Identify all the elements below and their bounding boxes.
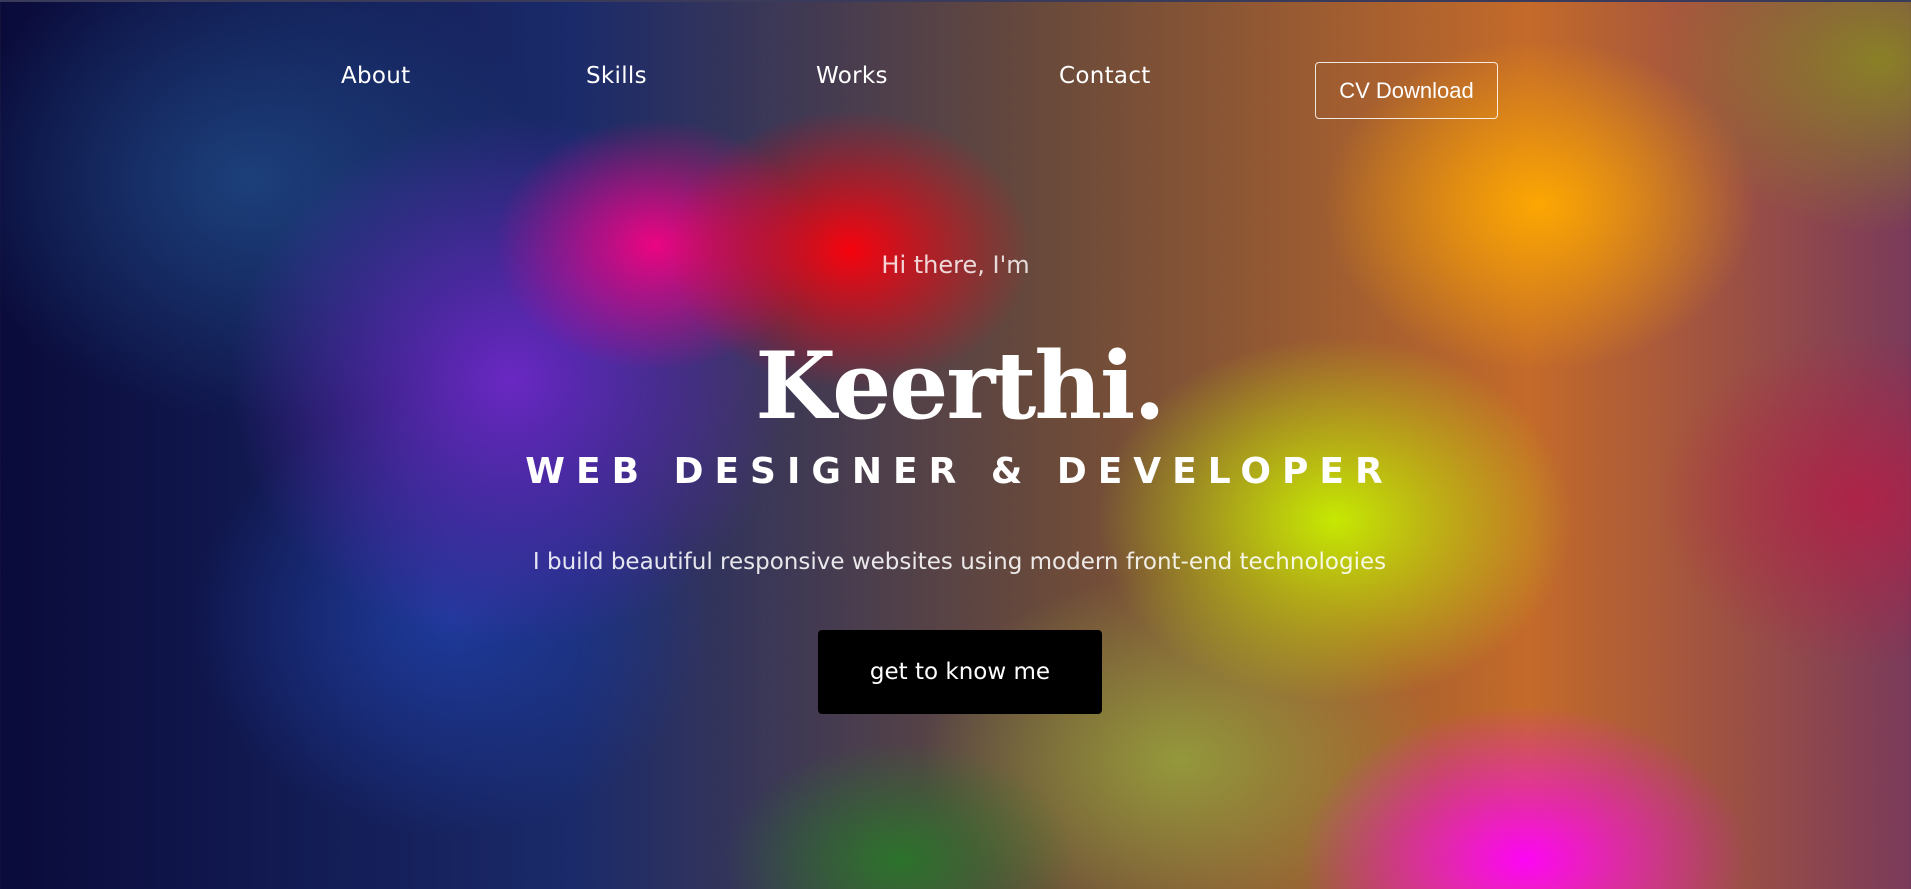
nav-link-contact[interactable]: Contact <box>1059 62 1151 90</box>
nav-link-skills[interactable]: Skills <box>586 62 647 90</box>
get-to-know-me-button[interactable]: get to know me <box>818 630 1102 714</box>
hero-greeting: Hi there, I'm <box>881 251 1030 279</box>
nav-link-works[interactable]: Works <box>816 62 888 90</box>
cv-download-button[interactable]: CV Download <box>1315 62 1498 119</box>
nav-link-about[interactable]: About <box>341 62 411 90</box>
top-border-line <box>0 0 1911 2</box>
hero-name: Keerthi. <box>755 331 1165 440</box>
hero-tagline: I build beautiful responsive websites us… <box>532 549 1387 575</box>
hero-role: WEB DESIGNER & DEVELOPER <box>525 451 1394 492</box>
